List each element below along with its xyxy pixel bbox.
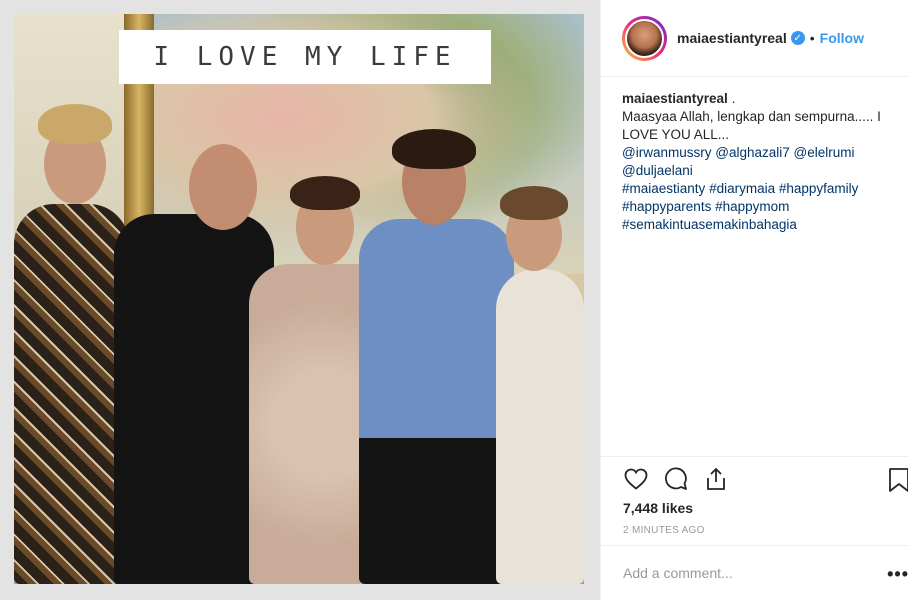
comment-button[interactable] [663,466,689,492]
hashtag-link[interactable]: #happyfamily [779,181,859,196]
photo-person-hair [392,129,476,169]
photo-person [14,204,129,584]
heart-icon [624,468,648,490]
mention-link[interactable]: @elelrumi [794,145,855,160]
hashtag-link[interactable]: #diarymaia [709,181,775,196]
love-my-life-banner: I LOVE MY LIFE [119,30,491,84]
share-icon [707,467,725,490]
follow-button[interactable]: Follow [820,30,864,46]
post-side-panel: maiaestiantyreal ✓ • Follow maiaestianty… [600,0,908,600]
comment-bar: ••• [601,545,908,600]
post-timestamp[interactable]: 2 MINUTES AGO [623,525,705,536]
caption-text: Maasyaa Allah, lengkap dan sempurna.....… [622,109,881,142]
like-button[interactable] [623,466,649,492]
caption-username[interactable]: maiaestiantyreal [622,91,728,106]
photo-person-hair [290,176,360,210]
post-photo[interactable]: I LOVE MY LIFE [14,14,584,584]
comment-icon [665,467,687,490]
hashtag-link[interactable]: #happymom [715,199,789,214]
photo-person-hair [38,104,112,144]
hashtag-link[interactable]: #happyparents [622,199,711,214]
hashtag-link[interactable]: #maiaestianty [622,181,705,196]
verified-badge-icon: ✓ [790,31,805,45]
mention-link[interactable]: @irwanmussry [622,145,711,160]
avatar-story-ring[interactable] [622,15,667,61]
avatar[interactable] [625,18,664,58]
post-photo-panel: I LOVE MY LIFE [0,0,600,600]
photo-person [359,219,514,584]
photo-person [496,269,584,584]
save-button[interactable] [887,467,908,493]
comment-input[interactable] [623,565,873,581]
photo-person-hair [500,186,568,220]
mention-link[interactable]: @duljaelani [622,163,693,178]
photo-person-head [189,144,257,230]
bookmark-icon [889,468,908,492]
header-separator: • [809,30,815,46]
banner-text: I LOVE MY LIFE [153,42,457,72]
header-username[interactable]: maiaestiantyreal [677,30,787,46]
likes-count[interactable]: 7,448 likes [623,500,693,516]
post-actions-bar [601,456,908,500]
mention-link[interactable]: @alghazali7 [715,145,790,160]
hashtag-link[interactable]: #semakintuasemakinbahagia [622,217,797,232]
post-header: maiaestiantyreal ✓ • Follow [601,0,908,77]
post-caption: maiaestiantyreal . Maasyaa Allah, lengka… [622,91,881,232]
share-button[interactable] [703,466,729,492]
more-options-icon[interactable]: ••• [887,564,908,585]
